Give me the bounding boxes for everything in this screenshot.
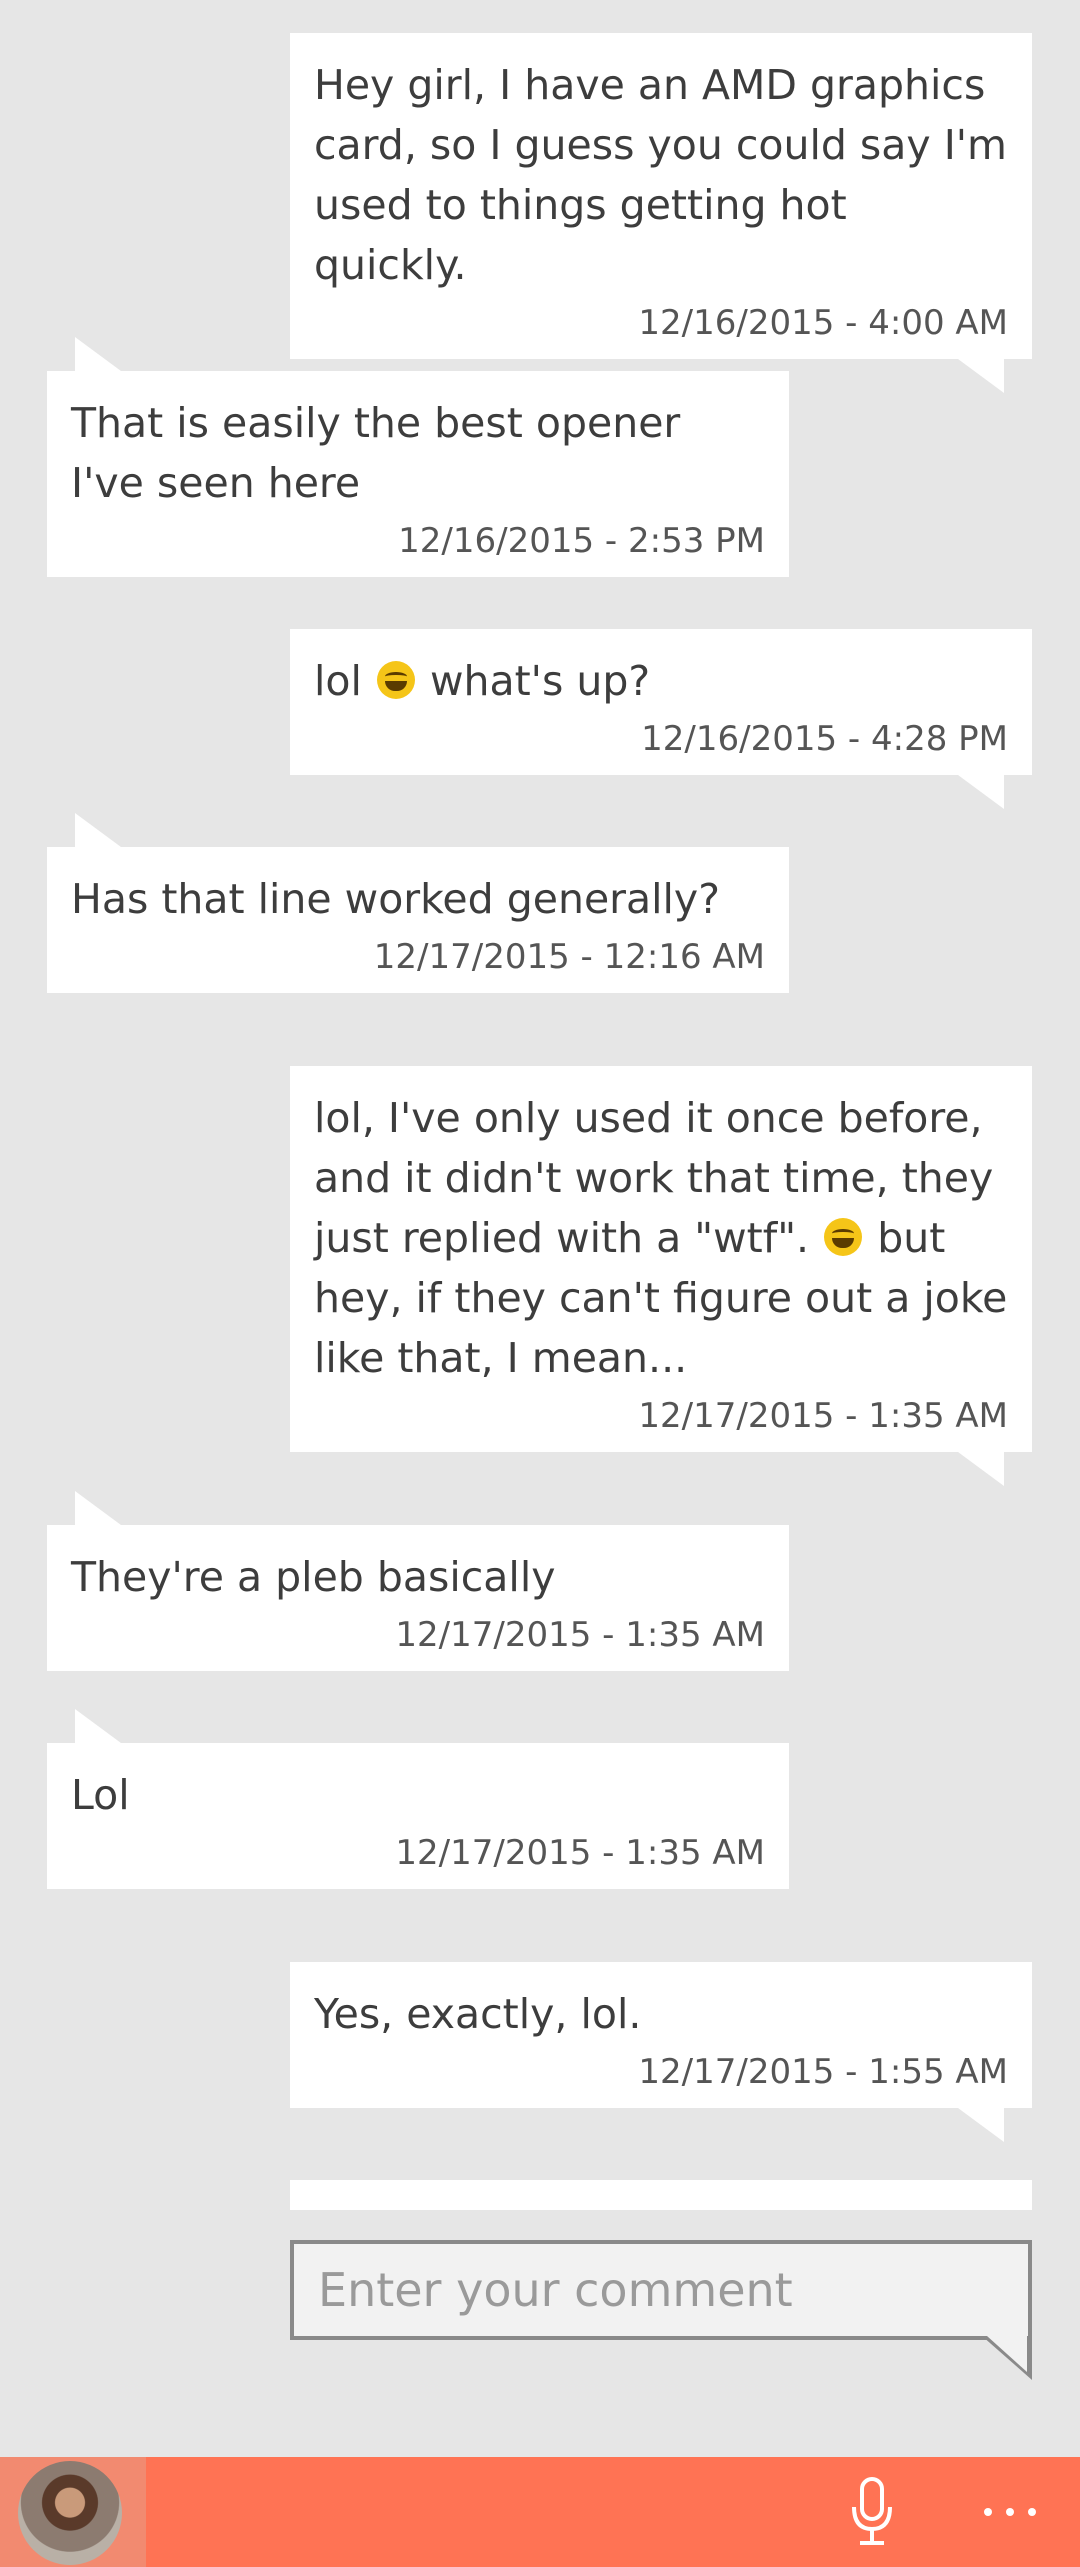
more-icon[interactable] (980, 2487, 1040, 2537)
message-text: Hey girl, I have an AMD graphics card, s… (314, 61, 1021, 289)
message-text: Yes, exactly, lol. (314, 1990, 642, 2038)
message-timestamp: 12/17/2015 - 1:35 AM (395, 1615, 765, 1655)
message-bubble-received: That is easily the best opener I've seen… (47, 337, 789, 577)
bubble-tail (958, 2108, 1004, 2142)
message-timestamp: 12/16/2015 - 4:28 PM (641, 719, 1008, 759)
message-timestamp: 12/16/2015 - 2:53 PM (398, 521, 765, 561)
laughing-emoji-icon (824, 1218, 863, 1256)
message-bubble-sent: Yes, exactly, lol. 12/17/2015 - 1:55 AM (290, 1962, 1032, 2142)
avatar[interactable] (18, 2461, 122, 2565)
message-text-part: lol (314, 657, 362, 705)
bubble-tail (958, 775, 1004, 809)
bubble-tail (958, 1452, 1004, 1486)
message-timestamp: 12/17/2015 - 1:55 AM (638, 2052, 1008, 2092)
message-timestamp: 12/16/2015 - 4:00 AM (638, 303, 1008, 343)
comment-box[interactable] (290, 2240, 1032, 2380)
bubble-tail (958, 359, 1004, 393)
message-text-part: what's up? (429, 657, 651, 705)
composer-divider (290, 2180, 1032, 2210)
laughing-emoji-icon (376, 661, 415, 699)
message-bubble-sent: lol, I've only used it once before, and … (290, 1066, 1032, 1486)
message-timestamp: 12/17/2015 - 1:35 AM (638, 1396, 1008, 1436)
message-timestamp: 12/17/2015 - 12:16 AM (373, 937, 765, 977)
avatar-button[interactable] (0, 2457, 146, 2567)
message-text: They're a pleb basically (71, 1553, 556, 1601)
bubble-tail (75, 813, 121, 847)
bubble-tail (75, 1491, 121, 1525)
message-text: lol, I've only used it once before, and … (314, 1088, 1008, 1388)
message-bubble-sent: lol what's up? 12/16/2015 - 4:28 PM (290, 629, 1032, 809)
microphone-icon[interactable] (848, 2477, 896, 2547)
bubble-tail (75, 337, 121, 371)
message-bubble-received: They're a pleb basically 12/17/2015 - 1:… (47, 1491, 789, 1671)
message-text: Lol (71, 1771, 130, 1819)
message-text: Has that line worked generally? (71, 875, 720, 923)
comment-box-tail-fill (987, 2336, 1027, 2372)
comment-input[interactable] (294, 2244, 1028, 2336)
message-timestamp: 12/17/2015 - 1:35 AM (395, 1833, 765, 1873)
message-text: lol what's up? (314, 651, 1008, 711)
message-bubble-sent: Hey girl, I have an AMD graphics card, s… (290, 33, 1032, 393)
app-bar (0, 2457, 1080, 2567)
message-bubble-received: Has that line worked generally? 12/17/20… (47, 813, 789, 993)
bubble-tail (75, 1709, 121, 1743)
message-text: That is easily the best opener I've seen… (71, 399, 694, 507)
message-bubble-received: Lol 12/17/2015 - 1:35 AM (47, 1709, 789, 1889)
